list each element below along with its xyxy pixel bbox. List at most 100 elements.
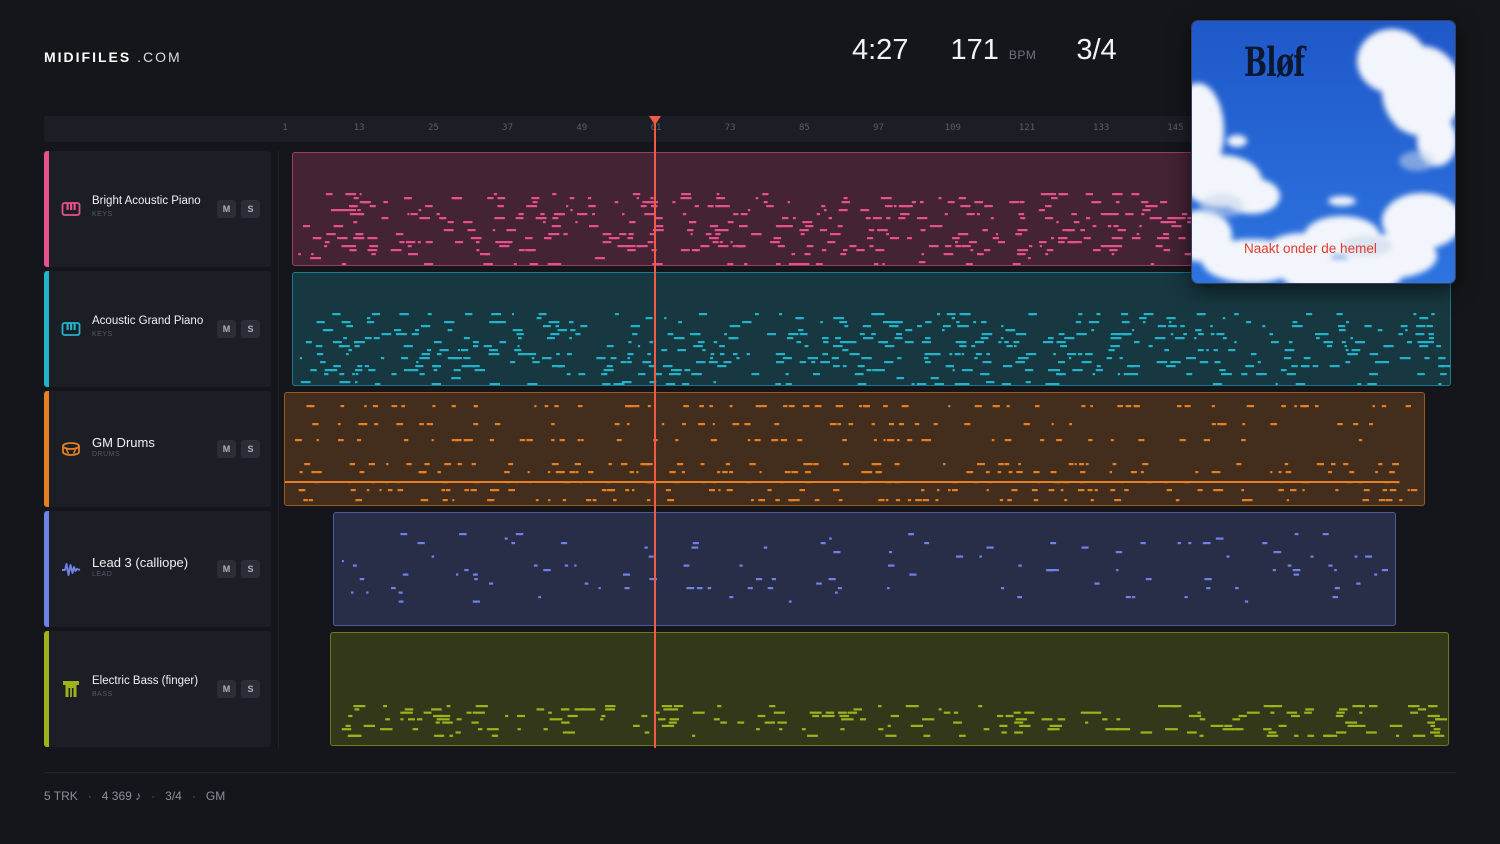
note [746,353,750,356]
note [438,714,451,718]
note [923,357,929,360]
note [692,542,699,545]
note [1357,724,1366,727]
note [487,197,494,200]
note [835,591,838,594]
note [1142,463,1149,466]
track-header[interactable]: Acoustic Grand Piano KEYS M S [44,271,271,387]
note [447,357,453,360]
mute-button[interactable]: M [217,560,236,578]
note [1117,405,1123,408]
note [431,439,434,442]
mute-button[interactable]: M [217,320,236,338]
note [346,325,353,328]
note [324,241,330,244]
note [476,249,480,252]
note [541,357,550,360]
track-lane[interactable] [333,512,1396,626]
track-header[interactable]: Lead 3 (calliope) LEAD M S [44,511,271,627]
mute-button[interactable]: M [217,200,236,218]
note [1139,225,1142,228]
playhead[interactable] [654,116,656,748]
note [391,373,397,376]
note [538,596,541,599]
note [1091,329,1095,332]
note [1163,249,1171,252]
track-header[interactable]: Bright Acoustic Piano KEYS M S [44,151,271,267]
note [1096,313,1101,316]
note [1138,439,1145,442]
note [1357,349,1361,352]
note [878,499,885,502]
note [1139,317,1147,320]
track-category: DRUMS [92,451,121,458]
note [405,241,416,244]
note [959,233,969,236]
track-lane[interactable] [284,392,1425,506]
note [1018,213,1025,216]
note [588,205,596,208]
note [672,201,676,204]
note [763,546,768,549]
solo-button[interactable]: S [241,680,260,698]
note [1025,381,1031,384]
note [647,241,654,244]
note [714,265,722,266]
note [1363,489,1370,492]
note [713,381,717,384]
mute-button[interactable]: M [217,440,236,458]
note [1312,365,1319,368]
note [420,325,431,328]
track-header[interactable]: Electric Bass (finger) BASS M S [44,631,271,747]
solo-button[interactable]: S [241,440,260,458]
separator-dot: · [191,789,196,803]
note [1083,237,1091,240]
note [559,439,565,442]
track-header[interactable]: GM Drums DRUMS M S [44,391,271,507]
note [368,463,375,466]
note [725,229,729,232]
track-lane[interactable] [292,272,1451,386]
playhead-marker[interactable] [649,116,661,125]
note [1431,313,1435,316]
note [419,423,424,426]
track-lane[interactable] [330,632,1449,746]
note [812,714,820,718]
note [908,533,912,536]
note [499,341,507,344]
note [1241,373,1244,376]
note [1305,708,1314,711]
note [1080,471,1086,474]
note [1303,357,1311,360]
note [966,213,975,216]
note [907,237,912,240]
note [366,591,369,594]
mute-button[interactable]: M [217,680,236,698]
solo-button[interactable]: S [241,200,260,218]
note [489,499,495,502]
note [716,193,720,196]
note [709,489,715,492]
note [670,708,679,711]
note [308,499,313,502]
note [1080,711,1091,714]
site-logo[interactable]: MIDIFILES .COM [44,49,182,65]
note [491,734,497,737]
note [875,471,882,474]
note [359,471,365,474]
note [1241,489,1245,492]
note [1125,405,1132,408]
note [854,373,864,376]
note [1114,499,1122,502]
note [517,728,521,731]
solo-button[interactable]: S [241,320,260,338]
solo-button[interactable]: S [241,560,260,578]
note [1019,724,1031,727]
note [536,317,542,320]
note [1028,245,1033,248]
note [325,193,333,196]
note [1335,489,1339,492]
note [338,439,344,442]
note [1130,365,1140,368]
note [1042,341,1054,344]
